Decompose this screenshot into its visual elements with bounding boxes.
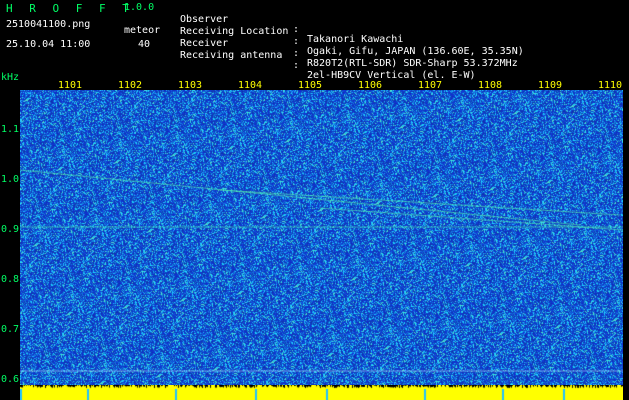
signal-level-strip — [20, 385, 623, 400]
y-tick-label: 0.7 — [1, 324, 20, 335]
info-colon: : — [293, 60, 300, 71]
y-tick-label: 1.1 — [1, 124, 20, 135]
y-tick-label: 1.0 — [1, 174, 20, 185]
spectrogram-plot — [20, 90, 623, 385]
y-axis-unit: kHz — [1, 72, 20, 83]
y-tick-label: 0.8 — [1, 274, 20, 285]
y-tick-label: 0.9 — [1, 224, 20, 235]
info-value: 2el-HB9CV Vertical (el. E-W) — [307, 70, 476, 81]
hrofft-window: H R O F F T 1.0.0 2510041100.png 25.10.0… — [0, 0, 629, 400]
spectrogram-canvas — [20, 90, 623, 385]
y-tick-label: 0.6 — [1, 374, 20, 385]
info-label: Receiving antenna — [180, 50, 283, 61]
